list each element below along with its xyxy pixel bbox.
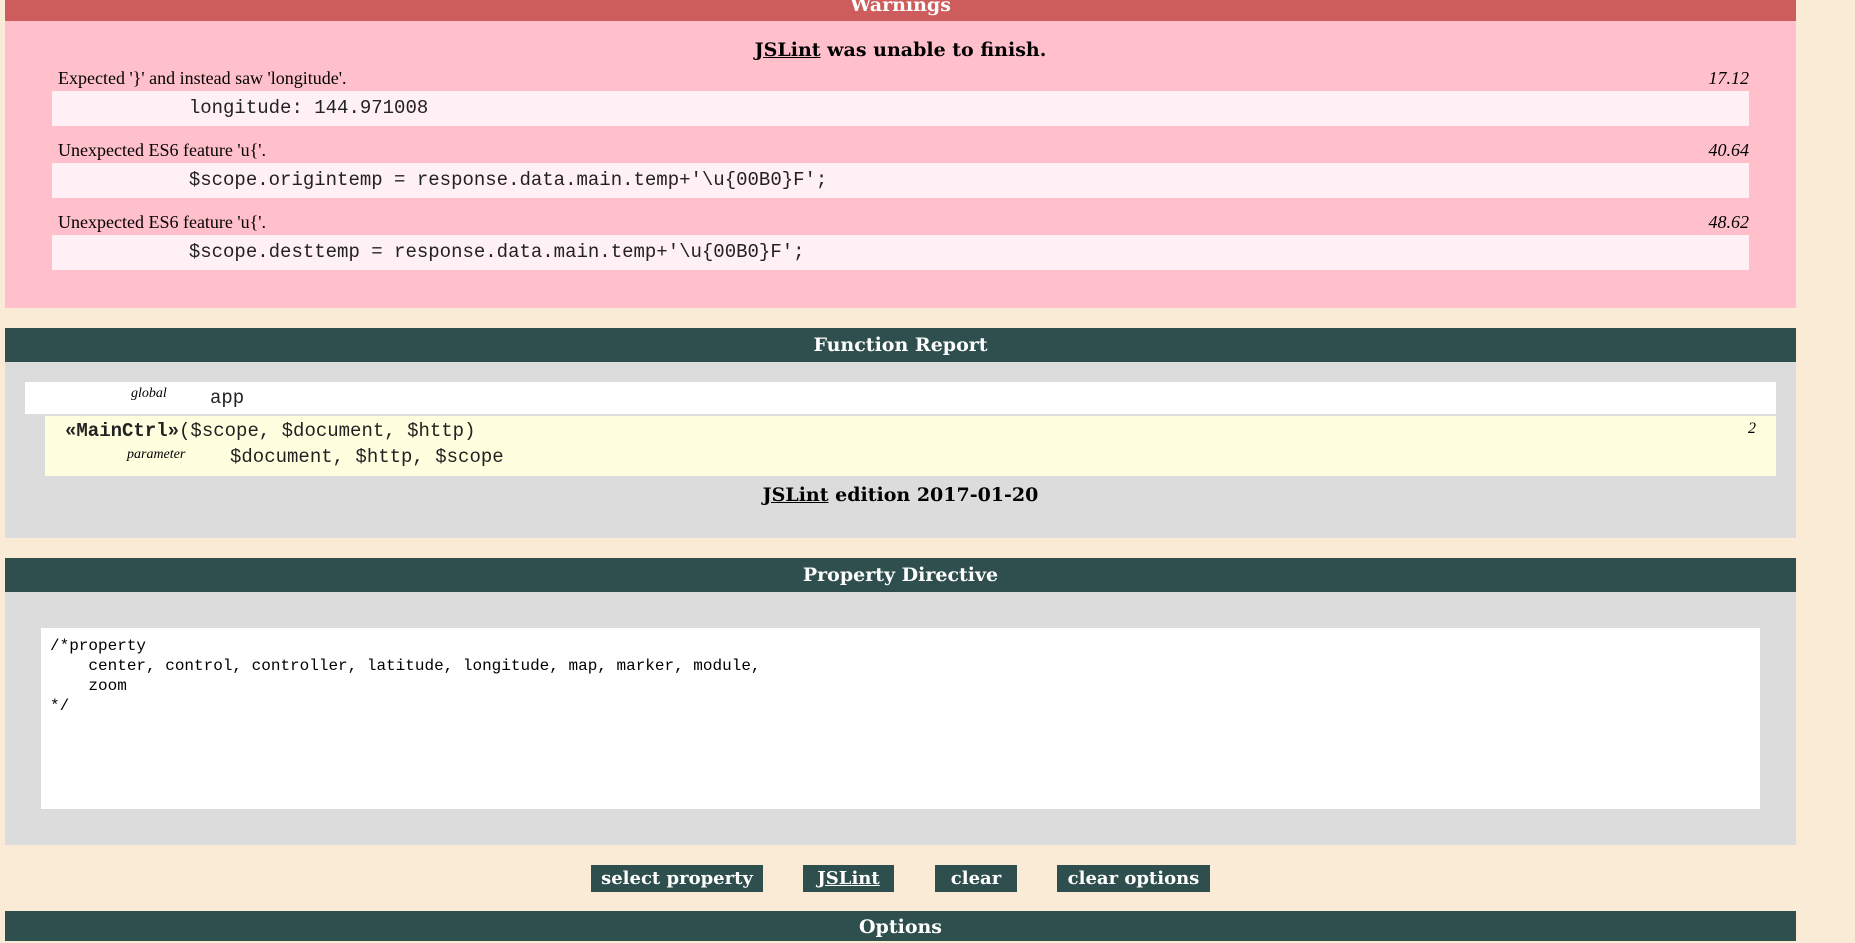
warning-message: Unexpected ES6 feature 'u{'. [58,140,267,160]
warning-item: Expected '}' and instead saw 'longitude'… [58,68,1749,89]
warnings-panel: Warnings JSLint was unable to finish. Ex… [5,0,1796,308]
warnings-title-text: was unable to finish. [820,39,1047,61]
jslint-edition: JSLint edition 2017-01-20 [5,484,1796,506]
function-signature: «MainCtrl»($scope, $document, $http) [65,420,475,442]
global-label: global [131,386,167,401]
warning-position: 48.62 [1708,212,1750,232]
function-report-panel: Function Report global app «MainCtrl»($s… [5,328,1796,538]
warning-code: longitude: 144.971008 [52,91,1749,126]
parameter-value: $document, $http, $scope [230,446,504,468]
property-directive-panel: Property Directive /*property center, co… [5,558,1796,845]
clear-button[interactable]: clear [935,865,1017,892]
jslint-link[interactable]: JSLint [755,39,821,61]
warning-message: Unexpected ES6 feature 'u{'. [58,212,267,232]
warning-position: 17.12 [1708,68,1750,88]
function-params: ($scope, $document, $http) [179,420,476,442]
jslint-edition-link[interactable]: JSLint [763,484,829,506]
clear-options-button[interactable]: clear options [1057,865,1210,892]
warning-position: 40.64 [1708,140,1750,160]
function-name: «MainCtrl» [65,420,180,442]
warning-item: Unexpected ES6 feature 'u{'. 48.62 [58,212,1749,233]
function-line: 2 [1748,420,1756,437]
options-panel: Options [5,911,1796,941]
warning-code: $scope.desttemp = response.data.main.tem… [52,235,1749,270]
property-directive-textarea[interactable]: /*property center, control, controller, … [41,628,1760,809]
warning-code: $scope.origintemp = response.data.main.t… [52,163,1749,198]
jslint-button-label: JSLint [817,868,880,889]
edition-text: edition 2017-01-20 [828,484,1039,506]
function-block: «MainCtrl»($scope, $document, $http) 2 p… [45,416,1776,476]
jslint-button[interactable]: JSLint [803,865,894,892]
warnings-title: JSLint was unable to finish. [5,39,1796,61]
property-directive-header: Property Directive [5,558,1796,592]
select-property-button[interactable]: select property [591,865,763,892]
global-value: app [210,387,245,409]
warning-message: Expected '}' and instead saw 'longitude'… [58,68,347,88]
function-report-header: Function Report [5,328,1796,362]
parameter-label: parameter [127,447,186,462]
options-header: Options [5,911,1796,938]
warnings-header: Warnings [5,0,1796,21]
warning-item: Unexpected ES6 feature 'u{'. 40.64 [58,140,1749,161]
global-row: global app [25,382,1776,414]
